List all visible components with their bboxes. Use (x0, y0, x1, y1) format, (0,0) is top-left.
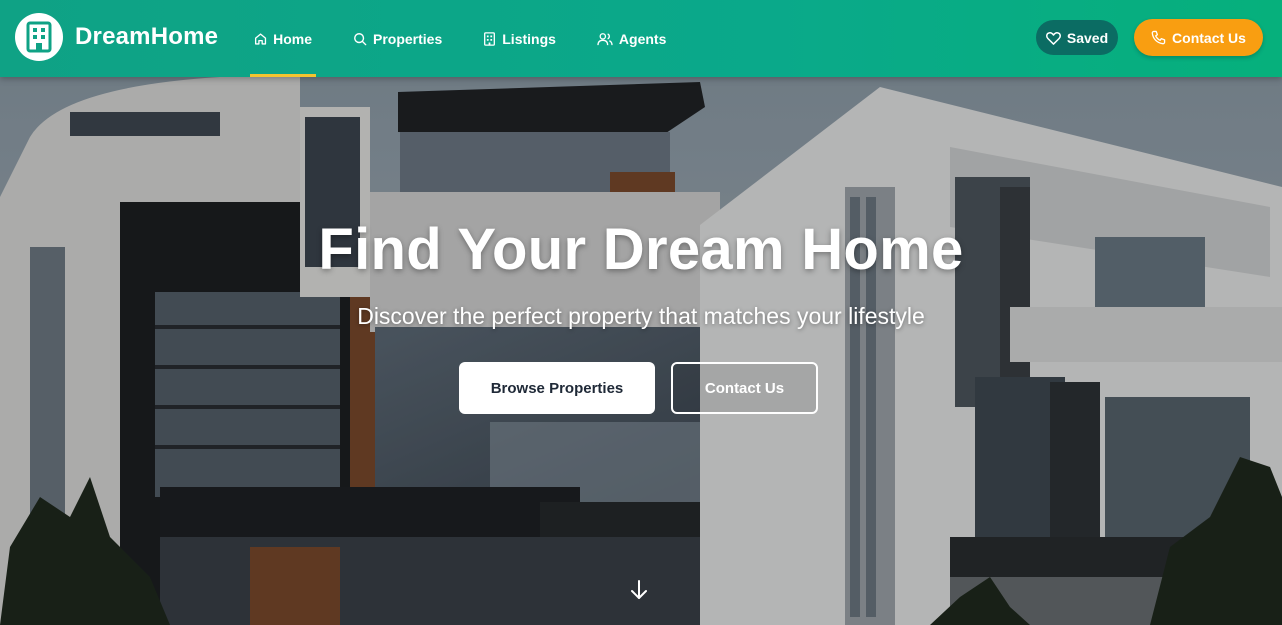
nav-item-label: Home (273, 30, 312, 47)
building-icon (15, 13, 63, 61)
brand[interactable]: DreamHome (15, 13, 218, 61)
home-icon (254, 32, 267, 45)
browse-properties-button[interactable]: Browse Properties (459, 362, 655, 414)
phone-icon (1151, 30, 1166, 45)
top-navbar: DreamHome Home Properties Listings Agent… (0, 0, 1282, 77)
hero-contact-button[interactable]: Contact Us (671, 362, 818, 414)
saved-label: Saved (1066, 29, 1109, 46)
contact-us-button[interactable]: Contact Us (1134, 19, 1263, 56)
hero-title: Find Your Dream Home (318, 217, 964, 282)
nav-item-listings[interactable]: Listings (479, 0, 560, 77)
nav-item-label: Agents (618, 30, 667, 47)
saved-button[interactable]: Saved (1036, 20, 1118, 55)
nav-item-home[interactable]: Home (250, 0, 316, 77)
nav-item-label: Listings (502, 30, 556, 47)
users-icon (597, 32, 613, 45)
main-nav: Home Properties Listings Agents (250, 0, 670, 77)
building-icon (484, 31, 496, 46)
arrow-down-icon[interactable] (629, 579, 649, 601)
hero-overlay (0, 77, 1282, 625)
search-icon (354, 32, 367, 45)
brand-name: DreamHome (75, 23, 219, 50)
contact-us-label: Contact Us (1172, 29, 1246, 46)
hero-section: Find Your Dream Home Discover the perfec… (0, 77, 1282, 625)
nav-item-properties[interactable]: Properties (349, 0, 446, 77)
nav-item-label: Properties (373, 30, 443, 47)
nav-item-agents[interactable]: Agents (593, 0, 670, 77)
heart-icon (1045, 31, 1061, 45)
hero-subtitle: Discover the perfect property that match… (357, 303, 925, 329)
